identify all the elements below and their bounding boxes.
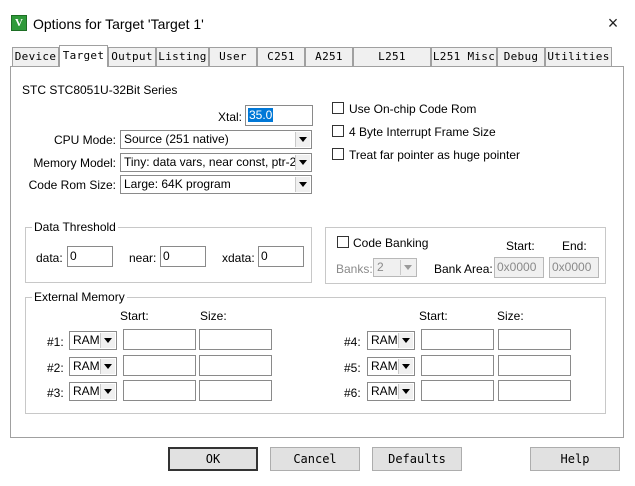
ext-mem-row-6-label: #6: [344,386,361,400]
app-icon: V [11,15,27,31]
ext-mem-row-4-size-input[interactable] [498,329,571,350]
data-threshold-title: Data Threshold [32,220,118,234]
window-title: Options for Target 'Target 1' [33,16,204,32]
banks-label: Banks: [336,262,373,276]
ext-mem-row-3-type: RAM [73,384,100,398]
ext-start-header-left: Start: [120,309,149,323]
cpu-mode-value: Source (251 native) [124,132,229,146]
tab-a251[interactable]: A251 [305,47,353,66]
chevron-down-icon[interactable] [398,359,413,374]
ext-mem-row-6-type: RAM [371,384,398,398]
code-banking-checkbox[interactable] [337,236,349,248]
ext-mem-row-3-label: #3: [47,386,64,400]
ext-mem-row-3-size-input[interactable] [199,380,272,401]
chevron-down-icon[interactable] [100,333,115,348]
tab-l251-locate[interactable]: L251 Locate [353,47,431,80]
ext-mem-row-1-label: #1: [47,335,64,349]
near-label: near: [129,251,157,265]
chevron-down-icon[interactable] [295,155,310,170]
ext-mem-row-4-start-input[interactable] [421,329,494,350]
device-name: STC STC8051U-32Bit Series [22,83,178,97]
memory-model-value: Tiny: data vars, near const, ptr-2 [124,155,297,169]
close-icon[interactable]: × [598,10,628,36]
tab-output[interactable]: Output [108,47,156,66]
chevron-down-icon[interactable] [100,384,115,399]
code-banking-label: Code Banking [353,236,429,250]
use-onchip-code-rom-label: Use On-chip Code Rom [349,102,477,116]
code-rom-size-value: Large: 64K program [124,177,231,191]
interrupt-frame-size-checkbox[interactable] [332,125,344,137]
ext-mem-row-1-type: RAM [73,333,100,347]
ext-mem-row-6-size-input[interactable] [498,380,571,401]
tab-target[interactable]: Target [59,45,108,67]
data-label: data: [36,251,63,265]
ext-mem-row-5-type: RAM [371,359,398,373]
tab-l251-misc[interactable]: L251 Misc [431,47,497,66]
chevron-down-icon[interactable] [100,359,115,374]
cpu-mode-select[interactable]: Source (251 native) [120,130,312,149]
chevron-down-icon[interactable] [295,177,310,192]
help-button[interactable]: Help [530,447,620,471]
xtal-input[interactable]: 35.0 [245,105,313,126]
ext-mem-row-4-type-select[interactable]: RAM [367,331,415,350]
ext-mem-row-2-start-input[interactable] [123,355,196,376]
xdata-threshold-input[interactable]: 0 [258,246,304,267]
ext-mem-row-5-type-select[interactable]: RAM [367,357,415,376]
code-rom-size-select[interactable]: Large: 64K program [120,175,312,194]
ext-mem-row-1-type-select[interactable]: RAM [69,331,117,350]
ext-mem-row-1-start-input[interactable] [123,329,196,350]
banks-select[interactable]: 2 [373,258,417,277]
chevron-down-icon[interactable] [398,333,413,348]
code-rom-size-label: Code Rom Size: [28,178,116,192]
ext-mem-row-2-size-input[interactable] [199,355,272,376]
interrupt-frame-size-label: 4 Byte Interrupt Frame Size [349,125,496,139]
chevron-down-icon[interactable] [400,260,415,275]
ext-mem-row-4-type: RAM [371,333,398,347]
ext-mem-row-6-start-input[interactable] [421,380,494,401]
bank-area-label: Bank Area: [434,262,493,276]
ext-mem-row-5-label: #5: [344,361,361,375]
chevron-down-icon[interactable] [295,132,310,147]
ext-mem-row-4-label: #4: [344,335,361,349]
ext-start-header-right: Start: [419,309,448,323]
ext-mem-row-3-type-select[interactable]: RAM [69,382,117,401]
external-memory-title: External Memory [32,290,127,304]
chevron-down-icon[interactable] [398,384,413,399]
data-threshold-input[interactable]: 0 [67,246,113,267]
xtal-value: 35.0 [248,108,274,122]
tab-utilities[interactable]: Utilities [545,47,612,66]
xdata-label: xdata: [222,251,255,265]
ext-mem-row-2-type: RAM [73,359,100,373]
ext-mem-row-2-label: #2: [47,361,64,375]
far-pointer-huge-label: Treat far pointer as huge pointer [349,148,520,162]
memory-model-select[interactable]: Tiny: data vars, near const, ptr-2 [120,153,312,172]
tab-device[interactable]: Device [12,47,59,66]
near-threshold-input[interactable]: 0 [160,246,206,267]
tab-listing[interactable]: Listing [156,47,209,66]
bank-area-end-input[interactable]: 0x0000 [549,257,599,278]
cpu-mode-label: CPU Mode: [53,133,116,147]
banks-value: 2 [377,260,384,274]
ok-button[interactable]: OK [168,447,258,471]
tab-debug[interactable]: Debug [497,47,545,66]
ext-size-header-left: Size: [200,309,227,323]
bank-area-start-input[interactable]: 0x0000 [494,257,544,278]
ext-mem-row-5-size-input[interactable] [498,355,571,376]
defaults-button[interactable]: Defaults [372,447,462,471]
far-pointer-huge-checkbox[interactable] [332,148,344,160]
bank-end-header: End: [562,239,587,253]
ext-mem-row-6-type-select[interactable]: RAM [367,382,415,401]
memory-model-label: Memory Model: [33,156,116,170]
ext-size-header-right: Size: [497,309,524,323]
ext-mem-row-5-start-input[interactable] [421,355,494,376]
use-onchip-code-rom-checkbox[interactable] [332,102,344,114]
ext-mem-row-3-start-input[interactable] [123,380,196,401]
cancel-button[interactable]: Cancel [270,447,360,471]
bank-start-header: Start: [506,239,535,253]
xtal-label: Xtal: [217,110,242,124]
ext-mem-row-2-type-select[interactable]: RAM [69,357,117,376]
ext-mem-row-1-size-input[interactable] [199,329,272,350]
tab-c251[interactable]: C251 [257,47,305,66]
tab-user[interactable]: User [209,47,257,66]
